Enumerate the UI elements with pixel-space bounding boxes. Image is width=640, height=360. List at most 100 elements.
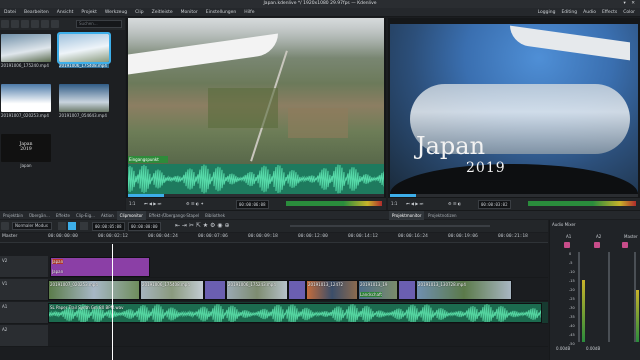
layout-effects[interactable]: Effects — [599, 8, 620, 17]
track-header-a1[interactable]: A1 — [0, 302, 48, 324]
track-lane-a2[interactable] — [48, 325, 548, 347]
window-controls[interactable]: ▾ ✕ — [624, 0, 637, 8]
list-view-icon[interactable] — [21, 20, 29, 28]
project-timecode[interactable]: 00:00:03:02 — [478, 200, 511, 209]
timeline-transition[interactable] — [398, 280, 416, 300]
mute-icon[interactable] — [564, 242, 570, 248]
clip-subname: Japan — [52, 269, 64, 274]
tab-undo-history[interactable]: Aktion — [98, 211, 117, 220]
fader-a1[interactable] — [578, 252, 580, 342]
clip-name: 20191013_12472 — [308, 282, 344, 287]
edit-mode-select[interactable]: Normaler Modus — [12, 222, 52, 230]
zoom-icon[interactable] — [31, 20, 39, 28]
field-patch — [288, 108, 348, 138]
fader-a2[interactable] — [608, 252, 610, 342]
clip-zoom-label[interactable]: 1:1 — [129, 198, 135, 210]
layout-logging[interactable]: Logging — [535, 8, 559, 17]
timeline-clip[interactable]: 20191006_175243.mp4 — [226, 280, 288, 300]
menu-view[interactable]: Ansicht — [53, 8, 78, 17]
tab-clip-monitor[interactable]: Clipmonitor — [116, 211, 146, 220]
zoom-slider[interactable] — [290, 225, 490, 227]
menu-timeline[interactable]: Zeitleiste — [148, 8, 177, 17]
timeline-clip[interactable]: 20191013_19 Landschaft — [358, 280, 398, 300]
timeline-clip[interactable]: 20191006_175408.mp4 — [140, 280, 204, 300]
tab-transitions[interactable]: Übergän... — [26, 211, 53, 220]
menu-settings[interactable]: Einstellungen — [202, 8, 241, 17]
track-name: A2 — [2, 327, 8, 332]
tab-library[interactable]: Bibliothek — [202, 211, 228, 220]
ruler-tick: 00:00:07:06 — [198, 234, 228, 239]
bin-clip[interactable]: Japan 2019 Japan — [1, 134, 51, 168]
window-titlebar: Japan.kdenlive */ 1920x1080 29.97fps — K… — [0, 0, 640, 8]
layout-editing[interactable]: Editing — [558, 8, 580, 17]
menu-project[interactable]: Projekt — [77, 8, 101, 17]
folder-icon[interactable] — [11, 20, 19, 28]
mute-icon[interactable] — [594, 242, 600, 248]
clip-label: 20191007_020253.mp4 — [1, 113, 49, 118]
menu-clip[interactable]: Clip — [131, 8, 148, 17]
track-header-v1[interactable]: V1 — [0, 279, 48, 301]
audio-mixer: Audio Mixer A1 A2 Master 0 -5 -10 -15 -20 -25… — [549, 220, 640, 360]
track-header-a2[interactable]: A2 — [0, 325, 48, 347]
timeline-clip[interactable]: Japan Japan — [50, 257, 150, 277]
search-input[interactable]: Suchen... — [76, 20, 122, 28]
project-tools[interactable]: ⚙ ☰ ◐ — [448, 198, 461, 210]
menu-edit[interactable]: Bearbeiten — [20, 8, 53, 17]
clip-label: 20191007_054643.mp4 — [59, 113, 107, 118]
split-view-icon[interactable] — [1, 222, 9, 230]
timeline-transition[interactable] — [204, 280, 226, 300]
bin-clip[interactable]: 20191006_175408.mp4 — [57, 32, 111, 68]
menu-icon[interactable] — [51, 20, 59, 28]
thumb-subtitle: 2019 — [20, 147, 32, 152]
mute-icon[interactable] — [622, 242, 628, 248]
tab-effect-stack[interactable]: Effekt-/Übergangs-Stapel — [146, 211, 202, 220]
menu-file[interactable]: Datei — [0, 8, 20, 17]
track-lane-a1[interactable]: SL Paper Trail Synth Gm 80 BPM.wav — [48, 302, 548, 324]
layout-audio[interactable]: Audio — [580, 8, 599, 17]
bin-clip[interactable]: 20191007_054643.mp4 — [59, 84, 109, 118]
timeline-duration[interactable]: 00:00:00:00 — [128, 222, 161, 231]
bin-clip[interactable]: 20191007_020253.mp4 — [1, 84, 51, 118]
in-point-marker: Eingangspunkt — [128, 156, 168, 163]
track-lane-v2[interactable]: Japan Japan — [48, 256, 548, 278]
timeline-clip[interactable]: 20191013_130728.mp4 — [416, 280, 512, 300]
gain-readout-a1[interactable]: 0.00dB — [556, 346, 570, 351]
bin-clip[interactable]: 20191006_175240.mp4 — [1, 34, 51, 68]
clip-timecode[interactable]: 00:00:06:08 — [236, 200, 269, 209]
clip-play-controls[interactable]: ⏮ ◀ ▶ ⏭ — [144, 198, 161, 210]
timeline-clip[interactable]: 20191013_12472 — [306, 280, 358, 300]
tab-clip-properties[interactable]: Clip-Eig... — [73, 211, 98, 220]
project-progress-track[interactable] — [390, 194, 638, 197]
timeline-position[interactable]: 00:00:05:08 — [92, 222, 125, 231]
track-lane-v1[interactable]: 20191007_020253.mp4 20191006_175408.mp4 … — [48, 279, 548, 301]
layout-color[interactable]: Color — [620, 8, 638, 17]
select-tool-icon[interactable] — [58, 222, 66, 230]
menu-monitor[interactable]: Monitor — [177, 8, 202, 17]
timeline-ruler[interactable]: Master 00:00:00:00 00:00:02:12 00:00:04:24… — [0, 233, 548, 243]
playhead[interactable] — [112, 244, 113, 360]
tab-project-bin[interactable]: Projektbin — [0, 211, 26, 220]
track-header-v2[interactable]: V2 — [0, 256, 48, 278]
ruler-tick: 00:00:14:12 — [348, 234, 378, 239]
tab-project-monitor[interactable]: Projektmonitor — [389, 211, 425, 220]
spacer-tool-icon[interactable] — [80, 222, 88, 230]
add-clip-icon[interactable] — [1, 20, 9, 28]
razor-tool-icon[interactable] — [68, 222, 76, 230]
tab-project-notes[interactable]: Projektnotizen — [425, 211, 460, 220]
timeline-audio-clip[interactable]: SL Paper Trail Synth Gm 80 BPM.wav — [48, 303, 542, 323]
project-zoom-label[interactable]: 1:1 — [391, 198, 397, 210]
clip-progress-track[interactable] — [128, 194, 384, 197]
track-name: A1 — [2, 304, 8, 309]
menu-help[interactable]: Hilfe — [240, 8, 258, 17]
filter-icon[interactable] — [41, 20, 49, 28]
menu-tool[interactable]: Werkzeug — [101, 8, 131, 17]
bin-toolbar: Suchen... — [0, 18, 125, 30]
ruler-tick: 00:00:16:24 — [398, 234, 428, 239]
project-play-controls[interactable]: ⏮ ◀ ▶ ⏭ — [406, 198, 423, 210]
timeline-transition[interactable] — [288, 280, 306, 300]
tab-effects[interactable]: Effekte — [53, 211, 73, 220]
tools-icons[interactable]: ⇤ ⇥ ✂ ⇱ ★ ⚙ ◉ ⊕ — [175, 222, 229, 229]
gain-readout-a2[interactable]: 0.00dB — [586, 346, 600, 351]
clip-tools[interactable]: ⚙ ☰ ◐ ✦ — [186, 198, 204, 210]
timeline-clip[interactable]: 20191007_020253.mp4 — [48, 280, 140, 300]
